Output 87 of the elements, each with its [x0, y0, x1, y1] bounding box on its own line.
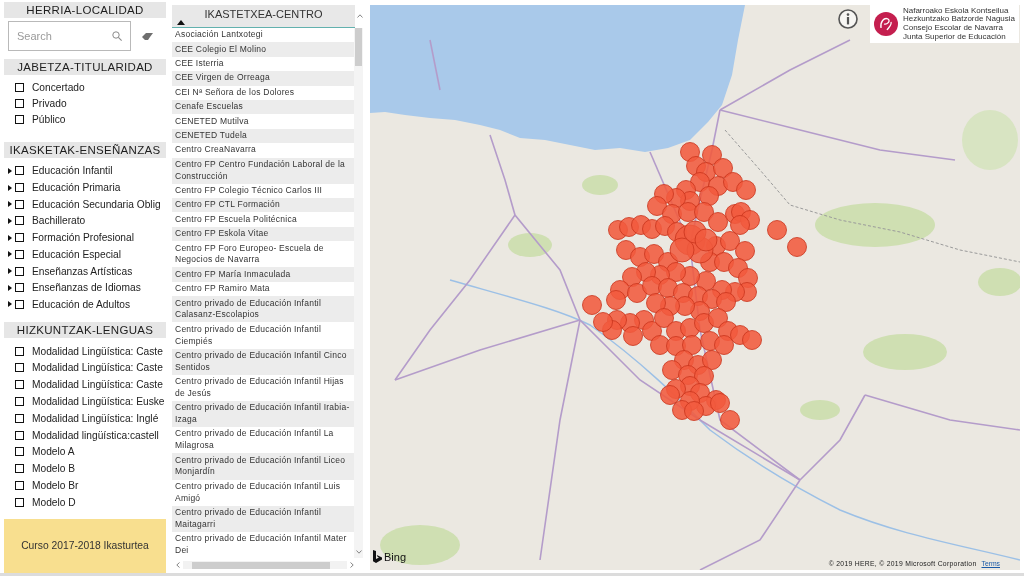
option-label[interactable]: Enseñanzas de Idiomas	[32, 282, 141, 294]
checkbox[interactable]	[15, 380, 24, 390]
section-title: JABETZA-TITULARIDAD	[4, 58, 166, 75]
caret-icon[interactable]	[8, 301, 12, 308]
search-field[interactable]: Search	[8, 21, 131, 52]
option-label[interactable]: Enseñanzas Artísticas	[32, 265, 133, 277]
checkbox[interactable]	[15, 166, 24, 176]
caret-icon[interactable]	[8, 167, 12, 174]
section-title: HIZKUNTZAK-LENGUAS	[4, 321, 166, 338]
logo-text: Nafarroako Eskola Kontseilua	[902, 6, 1010, 16]
option-label[interactable]: Formación Profesional	[32, 232, 134, 244]
option-label[interactable]: Modalidad Lingüística: Euske	[32, 396, 165, 408]
list-item[interactable]: Centro FP Centro Fundación Laboral de la Construcción	[172, 157, 354, 184]
checkbox[interactable]	[15, 199, 24, 209]
chevron-left-icon[interactable]	[176, 562, 180, 568]
scrollbar-thumb[interactable]	[355, 28, 362, 66]
checkbox[interactable]	[15, 464, 24, 474]
search-icon	[112, 31, 122, 42]
caret-icon[interactable]	[8, 268, 12, 275]
option-label[interactable]: Bachillerato	[32, 215, 86, 227]
list-item[interactable]: Centro FP María Inmaculada	[172, 267, 354, 282]
eraser-icon[interactable]	[142, 32, 153, 40]
checkbox[interactable]	[15, 430, 24, 440]
section-title: HERRIA-LOCALIDAD	[4, 2, 166, 18]
checkbox[interactable]	[15, 299, 24, 309]
option-label[interactable]: Modalidad Lingüística: Caste	[32, 379, 163, 391]
checkbox[interactable]	[15, 115, 24, 125]
caret-icon[interactable]	[8, 218, 12, 224]
checkbox[interactable]	[15, 363, 24, 373]
option-label[interactable]: Público	[32, 114, 66, 126]
caret-icon[interactable]	[8, 184, 12, 191]
checkbox[interactable]	[15, 99, 24, 109]
list-item[interactable]: Centro privado de Educación Infantil Liceo Monjardín	[172, 453, 354, 480]
checkbox[interactable]	[15, 183, 24, 193]
checkbox[interactable]	[15, 413, 24, 423]
brand-name: Bing	[384, 551, 407, 563]
logo-text: Junta Superior de Educación	[902, 32, 1007, 42]
option-label[interactable]: Educación Especial	[32, 248, 121, 260]
checkbox[interactable]	[15, 266, 24, 276]
list-item[interactable]: Centro privado de Educación Infantil Irabia-Izaga	[172, 401, 354, 428]
caret-icon[interactable]	[8, 201, 12, 208]
logo-icon	[373, 550, 382, 563]
chevron-down-icon[interactable]	[355, 550, 362, 554]
option-label[interactable]: Modelo D	[32, 496, 76, 508]
logo-text: Hezkuntzako Batzorde Nagusia	[902, 15, 1015, 24]
option-label[interactable]: Concertado	[32, 82, 85, 94]
sort-arrow-icon[interactable]	[177, 20, 185, 25]
list-item[interactable]: Centro privado de Educación Infantil Maitagarri	[172, 505, 354, 532]
caret-icon[interactable]	[8, 251, 12, 258]
caret-icon[interactable]	[8, 284, 12, 291]
section-title: IKASKETAK-ENSEÑANZAS	[4, 141, 166, 158]
emblem-icon	[873, 12, 898, 36]
option-label[interactable]: Educación Infantil	[32, 165, 113, 177]
logo-text: Consejo Escolar de Navarra	[902, 24, 1004, 32]
option-label[interactable]: Educación Secundaria Oblig	[32, 198, 161, 210]
checkbox[interactable]	[15, 233, 24, 243]
course-card: Curso 2017-2018 Ikasturtea	[4, 518, 166, 573]
option-label[interactable]: Educación Primaria	[32, 182, 121, 194]
chevron-up-icon[interactable]	[356, 14, 363, 18]
checkbox[interactable]	[15, 83, 24, 93]
list-item[interactable]: Centro FP CTL Formación	[172, 198, 354, 213]
option-label[interactable]: Modalidad lingüística:castell	[32, 429, 159, 441]
checkbox[interactable]	[15, 216, 24, 226]
list-item[interactable]: Centro privado de Educación Infantil Cinco Sentidos	[172, 348, 354, 375]
list-item[interactable]: CEE Colegio El Molino	[172, 42, 354, 57]
option-label[interactable]: Modelo A	[32, 446, 75, 458]
option-label[interactable]: Educación de Adultos	[32, 298, 130, 310]
option-label[interactable]: Modelo Br	[32, 480, 79, 492]
checkbox[interactable]	[15, 346, 24, 356]
list-item[interactable]: Centro privado de Educación Infantil Calasanz-Escolapios	[172, 296, 354, 323]
option-label[interactable]: Modalidad Lingüística: Caste	[32, 362, 163, 374]
checkbox[interactable]	[15, 481, 24, 491]
caret-icon[interactable]	[8, 234, 12, 241]
option-label[interactable]: Modalidad Lingüística: Inglé	[32, 412, 159, 424]
column-header[interactable]: IKASTETXEA-CENTRO	[172, 5, 355, 28]
list-item[interactable]: CEE Virgen de Orreaga	[172, 71, 354, 86]
checkbox[interactable]	[15, 447, 24, 457]
option-label[interactable]: Modalidad Lingüística: Caste	[32, 345, 163, 357]
scrollbar-thumb[interactable]	[192, 561, 330, 569]
checkbox[interactable]	[15, 249, 24, 259]
info-icon[interactable]	[838, 9, 858, 29]
checkbox[interactable]	[15, 497, 24, 507]
checkbox[interactable]	[15, 283, 24, 293]
checkbox[interactable]	[15, 397, 24, 407]
option-label[interactable]: Privado	[32, 98, 67, 110]
option-label[interactable]: Modelo B	[32, 463, 76, 475]
chevron-right-icon[interactable]	[350, 562, 354, 568]
